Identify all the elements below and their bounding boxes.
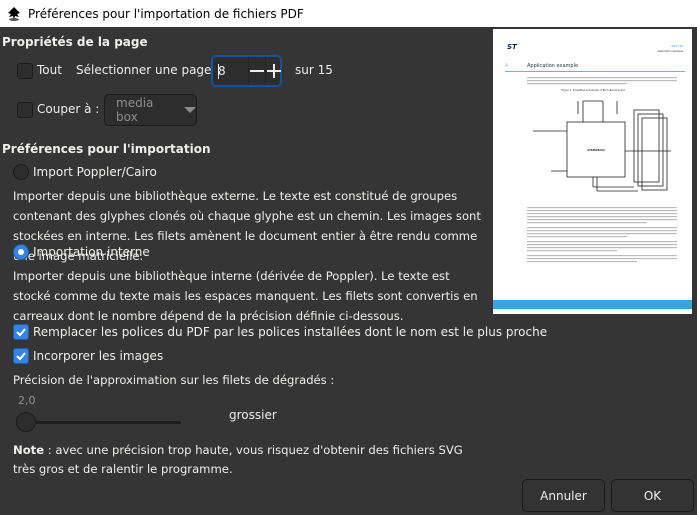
crop-box-select[interactable]: media box xyxy=(104,94,197,126)
st-logo: ST xyxy=(507,43,518,51)
figure-caption: Figure 1. Simplified schematic of Buck-B… xyxy=(561,88,625,92)
crop-label: Couper à : xyxy=(37,102,100,116)
replace-fonts-label: Remplacer les polices du PDF par les pol… xyxy=(33,325,548,339)
crop-checkbox[interactable] xyxy=(17,102,33,118)
replace-fonts-checkbox[interactable] xyxy=(13,324,29,340)
text-cursor xyxy=(218,64,219,79)
plus-icon xyxy=(267,64,281,78)
checkmark-icon xyxy=(16,352,26,361)
decrement-button[interactable] xyxy=(248,57,265,85)
select-page-label: Sélectionner une page : xyxy=(76,63,220,77)
all-pages-checkbox[interactable] xyxy=(17,63,33,79)
crop-box-value: media box xyxy=(116,96,154,124)
internal-import-description: Importer depuis une bibliothèque interne… xyxy=(13,269,478,323)
note-text: Note : avec une précision trop haute, vo… xyxy=(13,441,483,479)
checkmark-icon xyxy=(16,328,26,337)
page-input[interactable]: 8 xyxy=(218,64,226,78)
ok-button[interactable]: OK xyxy=(611,479,694,512)
section-number: 3 xyxy=(505,63,508,68)
doc-sub: Application example xyxy=(657,49,683,53)
precision-slider-track[interactable] xyxy=(26,421,181,424)
body-text-lines xyxy=(527,207,677,263)
precision-label: Précision de l'approximation sur les fil… xyxy=(13,373,335,387)
all-pages-label: Tout xyxy=(37,63,62,77)
precision-slider-handle[interactable] xyxy=(16,412,36,432)
page-properties-heading: Propriétés de la page xyxy=(2,35,148,49)
embed-images-checkbox[interactable] xyxy=(13,348,29,364)
poppler-cairo-label: Import Poppler/Cairo xyxy=(33,165,157,179)
note-bold: Note xyxy=(13,443,45,457)
page-preview: ST AN5748 Application example 3 Applicat… xyxy=(493,29,692,314)
section-title: Application example xyxy=(527,63,578,69)
chip-label: STSPIN32G4 xyxy=(587,148,605,152)
precision-value: 2,0 xyxy=(18,394,36,407)
note-body: : avec une précision trop haute, vous ri… xyxy=(13,443,463,476)
schematic xyxy=(533,100,671,192)
embed-images-label: Incorporer les images xyxy=(33,349,164,363)
import-preferences-heading: Préférences pour l'importation xyxy=(2,142,211,156)
internal-import-radio[interactable] xyxy=(13,244,29,260)
title-bar: Préférences pour l'importation de fichie… xyxy=(0,0,697,27)
minus-icon xyxy=(250,70,264,72)
precision-level-text: grossier xyxy=(229,408,277,422)
increment-button[interactable] xyxy=(265,57,282,85)
dropdown-arrow-icon xyxy=(184,107,196,113)
window-title: Préférences pour l'importation de fichie… xyxy=(28,6,304,21)
page-preview-image: ST AN5748 Application example 3 Applicat… xyxy=(493,43,692,309)
page-spinbutton[interactable]: 8 xyxy=(211,55,282,87)
page-total: sur 15 xyxy=(295,63,333,77)
doc-id: AN5748 xyxy=(671,44,683,48)
cancel-button[interactable]: Annuler xyxy=(522,479,605,512)
internal-import-label: Importation interne xyxy=(33,245,150,259)
poppler-cairo-radio[interactable] xyxy=(13,164,29,180)
inkscape-icon xyxy=(8,6,20,21)
preview-footer-bar xyxy=(493,300,692,309)
